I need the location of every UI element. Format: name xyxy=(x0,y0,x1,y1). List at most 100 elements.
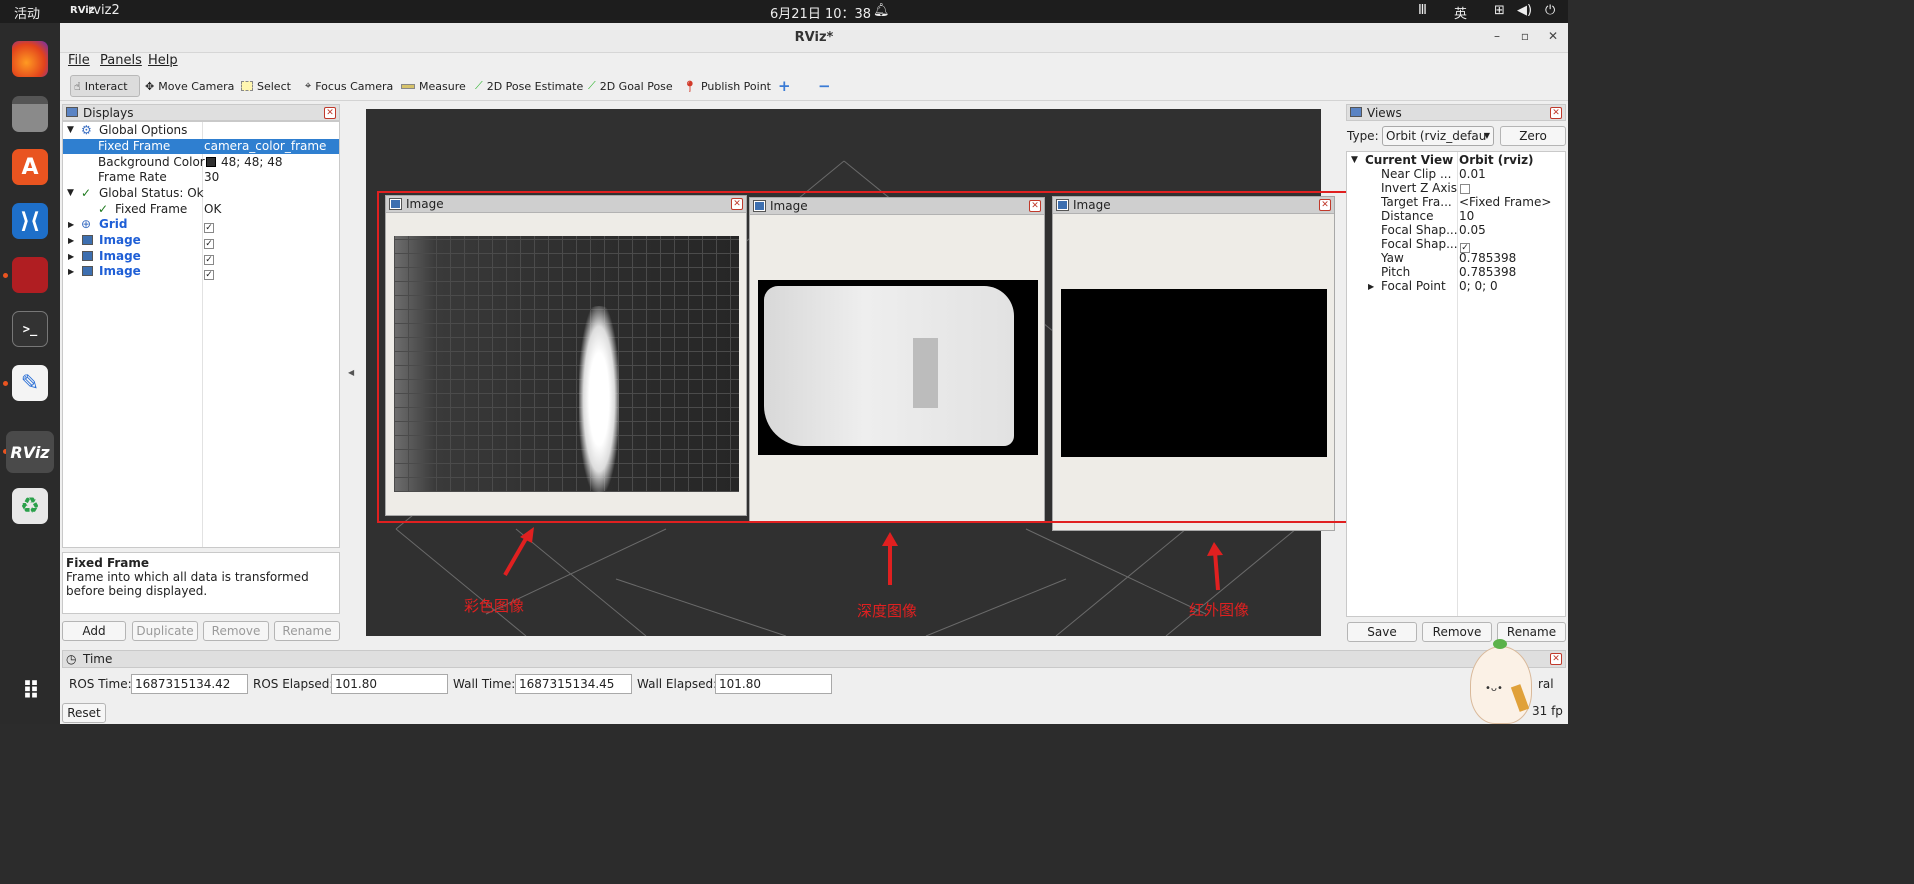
zero-button[interactable]: Zero xyxy=(1500,126,1566,146)
view-prop-row[interactable]: ▶ Focal Point 0; 0; 0 xyxy=(1347,279,1565,294)
firefox-icon[interactable] xyxy=(12,41,48,77)
menu-panels[interactable]: Panels xyxy=(100,53,142,68)
close-icon[interactable]: ✕ xyxy=(1546,29,1560,45)
tree-row-image[interactable]: ▶ Image ✓ xyxy=(63,233,339,249)
view-prop-row[interactable]: Focal Shap... 0.05 xyxy=(1347,223,1565,238)
vscode-icon[interactable]: ⟩⟨ xyxy=(12,203,48,239)
image-checkbox[interactable]: ✓ xyxy=(204,270,214,280)
tool-publish-point[interactable]: 📍︎ Publish Point xyxy=(680,75,774,97)
view-prop-row[interactable]: Target Fra... <Fixed Frame> xyxy=(1347,195,1565,210)
view-prop-row[interactable]: Invert Z Axis xyxy=(1347,181,1565,196)
views-title: Views xyxy=(1367,106,1402,120)
tool-focus-camera[interactable]: ⌖ Focus Camera xyxy=(302,75,396,97)
view-prop-row[interactable]: Distance 10 xyxy=(1347,209,1565,224)
partial-label: ral xyxy=(1538,677,1554,691)
tree-row-fixed-frame[interactable]: Fixed Frame camera_color_frame xyxy=(63,139,339,154)
tool-interact[interactable]: ☝ Interact xyxy=(70,75,140,97)
trash-icon[interactable]: ♻ xyxy=(12,488,48,524)
tree-row-status-fixed-frame[interactable]: ✓ Fixed Frame OK xyxy=(63,202,339,217)
show-apps-icon[interactable]: ⠿ xyxy=(12,673,48,709)
reset-button[interactable]: Reset xyxy=(62,703,106,723)
tree-row-frame-rate[interactable]: Frame Rate 30 xyxy=(63,170,339,185)
tool-2d-goal-pose[interactable]: ⟋ 2D Goal Pose xyxy=(585,75,676,97)
collapse-arrow-icon[interactable]: ▶ xyxy=(1368,282,1374,291)
collapse-arrow-icon[interactable]: ▶ xyxy=(68,267,74,276)
gear-icon: ⚙ xyxy=(81,123,92,137)
wall-elapsed-field[interactable]: 101.80 xyxy=(715,674,832,694)
tree-row-global-status[interactable]: ▼ ✓ Global Status: Ok xyxy=(63,186,339,201)
collapse-arrow-icon[interactable]: ▶ xyxy=(68,252,74,261)
menu-help[interactable]: Help xyxy=(148,53,178,68)
clock[interactable]: 6月21日 10：38 xyxy=(770,3,871,22)
keyboard-indicator[interactable]: Ⅲ xyxy=(1418,3,1427,18)
rename-display-button[interactable]: Rename xyxy=(274,621,340,641)
expand-arrow-icon[interactable]: ▼ xyxy=(67,188,74,198)
remove-display-button[interactable]: Remove xyxy=(203,621,269,641)
ros-time-field[interactable]: 1687315134.42 xyxy=(131,674,248,694)
tree-row-background-color[interactable]: Background Color 48; 48; 48 xyxy=(63,155,339,170)
toolbar: ☝ Interact ✥ Move Camera Select ⌖ Focus Cam… xyxy=(60,71,1568,101)
view-type-select[interactable]: Orbit (rviz_defau ▼ xyxy=(1382,126,1494,146)
text-editor-icon[interactable]: ✎ xyxy=(12,365,48,401)
tool-2d-pose-estimate[interactable]: ⟋ 2D Pose Estimate xyxy=(472,75,586,97)
annotation-arrow xyxy=(882,532,898,585)
chevron-down-icon: ▼ xyxy=(1483,131,1490,140)
collapse-arrow-icon[interactable]: ▶ xyxy=(68,220,74,229)
power-icon[interactable]: ⏻ xyxy=(1545,3,1555,18)
menu-file[interactable]: File xyxy=(68,53,90,68)
views-tree: ▼ Current View Orbit (rviz) Near Clip ..… xyxy=(1346,151,1566,617)
expand-arrow-icon[interactable]: ▼ xyxy=(1351,155,1358,165)
volume-icon[interactable]: ◀︎) xyxy=(1517,3,1532,18)
wall-time-label: Wall Time: xyxy=(453,677,516,691)
check-icon: ✓ xyxy=(98,202,109,216)
remove-tool-icon[interactable]: − xyxy=(815,75,834,97)
displays-panel-header: Displays ✕ xyxy=(62,104,340,121)
terminal-icon[interactable]: >_ xyxy=(12,311,48,347)
view-prop-row[interactable]: Yaw 0.785398 xyxy=(1347,251,1565,266)
add-display-button[interactable]: Add xyxy=(62,621,126,641)
tool-select[interactable]: Select xyxy=(238,75,294,97)
wall-time-field[interactable]: 1687315134.45 xyxy=(515,674,632,694)
invert-z-checkbox[interactable] xyxy=(1460,184,1470,194)
tree-row-image[interactable]: ▶ Image ✓ xyxy=(63,264,339,280)
files-icon[interactable] xyxy=(12,96,48,132)
camera-icon xyxy=(1350,107,1362,117)
close-icon[interactable]: ✕ xyxy=(324,107,336,119)
remove-view-button[interactable]: Remove xyxy=(1422,622,1492,642)
rviz-dock-icon[interactable]: RViz xyxy=(6,431,54,473)
app-center-icon[interactable]: A xyxy=(12,149,48,185)
view-prop-row[interactable]: Near Clip ... 0.01 xyxy=(1347,167,1565,182)
color-swatch xyxy=(206,157,216,167)
ros-elapsed-field[interactable]: 101.80 xyxy=(331,674,448,694)
network-icon[interactable]: ⊞ xyxy=(1494,3,1505,18)
duplicate-display-button[interactable]: Duplicate xyxy=(132,621,198,641)
grid-checkbox[interactable]: ✓ xyxy=(204,223,214,233)
collapse-arrow-icon[interactable]: ▶ xyxy=(68,236,74,245)
current-view-row[interactable]: ▼ Current View Orbit (rviz) xyxy=(1347,153,1565,168)
save-view-button[interactable]: Save xyxy=(1347,622,1417,642)
input-method-indicator[interactable]: 英 xyxy=(1454,3,1467,22)
rename-view-button[interactable]: Rename xyxy=(1497,622,1566,642)
add-tool-icon[interactable]: + xyxy=(775,75,794,97)
app-name[interactable]: rviz2 xyxy=(88,3,120,18)
image-icon xyxy=(82,266,93,276)
menu-bar: File Panels Help xyxy=(60,53,1568,71)
tree-row-global-options[interactable]: ▼ ⚙ Global Options xyxy=(63,123,339,138)
activities-button[interactable]: 活动 xyxy=(14,3,40,22)
close-icon[interactable]: ✕ xyxy=(1550,653,1562,665)
tool-move-camera[interactable]: ✥ Move Camera xyxy=(142,75,237,97)
minimize-icon[interactable]: – xyxy=(1490,29,1504,45)
ros-time-label: ROS Time: xyxy=(69,677,132,691)
system-monitor-icon[interactable] xyxy=(12,257,48,293)
view-prop-row[interactable]: Pitch 0.785398 xyxy=(1347,265,1565,280)
expand-arrow-icon[interactable]: ▼ xyxy=(67,125,74,135)
image-checkbox[interactable]: ✓ xyxy=(204,239,214,249)
image-icon xyxy=(82,235,93,245)
view-prop-row[interactable]: Focal Shap... ✓ xyxy=(1347,237,1565,253)
close-icon[interactable]: ✕ xyxy=(1550,107,1562,119)
collapse-left-icon[interactable]: ◀ xyxy=(348,368,354,377)
tool-measure[interactable]: Measure xyxy=(398,75,469,97)
tree-row-image[interactable]: ▶ Image ✓ xyxy=(63,249,339,265)
maximize-icon[interactable]: ▫ xyxy=(1518,29,1532,45)
tree-row-grid[interactable]: ▶ ⊕ Grid ✓ xyxy=(63,217,339,233)
